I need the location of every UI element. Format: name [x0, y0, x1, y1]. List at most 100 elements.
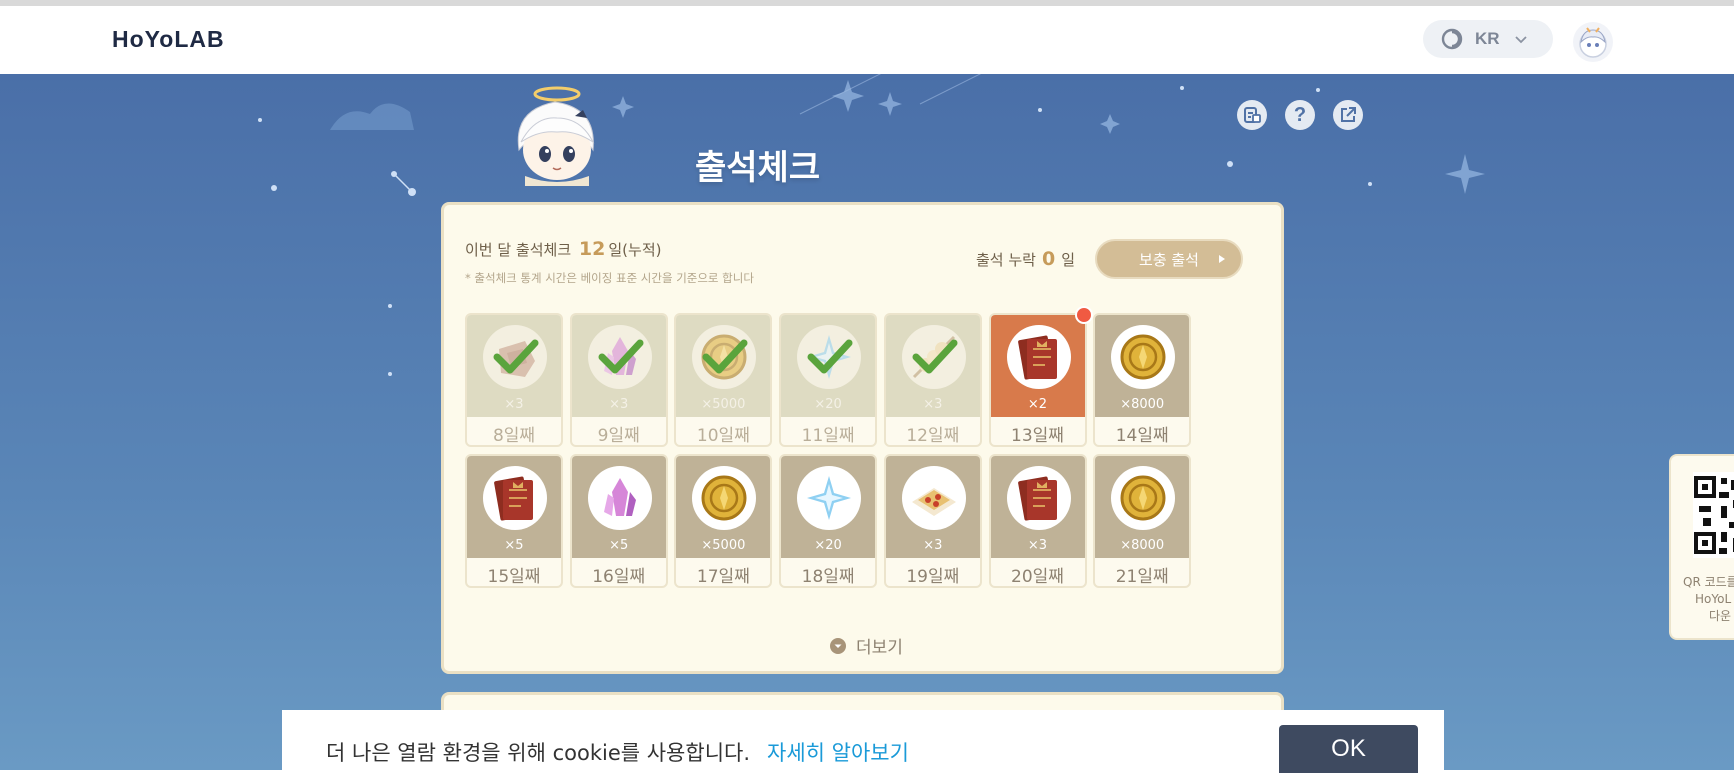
- reward-day-card[interactable]: ×3 20일째: [988, 454, 1087, 588]
- chevron-down-circle-icon: [830, 637, 846, 654]
- missed-checkin: 출석 누락 0 일: [976, 248, 1075, 270]
- site-header: HoYoLAB KR: [0, 6, 1734, 74]
- reward-quantity: ×3: [923, 397, 943, 412]
- book-icon: [494, 476, 533, 521]
- reward-quantity: ×3: [1027, 538, 1048, 553]
- reward-icon-frame: [1111, 466, 1176, 530]
- reward-day-card[interactable]: ×3 9일째: [569, 313, 668, 447]
- summary-label: 이번 달 출석체크: [465, 241, 572, 259]
- more-label: 더보기: [856, 638, 903, 658]
- reward-day-label: 19일째: [906, 567, 960, 587]
- external-link-icon: [1341, 107, 1356, 122]
- reward-quantity: ×2: [1027, 397, 1048, 412]
- share-button[interactable]: [1333, 100, 1363, 130]
- reward-quantity: ×5000: [701, 397, 746, 412]
- book-icon: [1017, 476, 1057, 521]
- reward-day-label: 14일째: [1115, 426, 1169, 446]
- reward-day-card[interactable]: ×5000 10일째: [674, 313, 773, 447]
- reward-day-label: 10일째: [696, 426, 750, 446]
- chevron-down-icon: [1514, 36, 1527, 44]
- cookie-ok-button[interactable]: OK: [1279, 725, 1418, 773]
- book-icon: [1017, 335, 1057, 380]
- cookie-message: 더 나은 열람 환경을 위해 cookie를 사용합니다.: [326, 741, 751, 765]
- reward-day-label: 15일째: [487, 567, 541, 587]
- language-selector[interactable]: KR: [1423, 20, 1553, 58]
- reward-quantity: ×3: [923, 538, 943, 553]
- cookie-banner: 더 나은 열람 환경을 위해 cookie를 사용합니다. 자세히 알아보기 O…: [282, 710, 1444, 773]
- qr-code-icon: [1693, 472, 1734, 558]
- help-button[interactable]: ?: [1285, 100, 1315, 130]
- record-icon: [1244, 107, 1261, 123]
- reward-day-label: 13일째: [1011, 426, 1064, 446]
- makeup-label: 보충 출석: [1139, 250, 1199, 269]
- makeup-checkin-button[interactable]: 보충 출석: [1095, 239, 1243, 279]
- reward-day-label: 11일째: [801, 426, 855, 446]
- missed-unit: 일: [1061, 251, 1076, 269]
- globe-icon: [1441, 28, 1463, 50]
- reward-day-card[interactable]: ×3 19일째: [883, 454, 982, 588]
- reward-day-card[interactable]: ×8000 14일째: [1093, 313, 1192, 447]
- reward-day-label: 16일째: [592, 567, 646, 587]
- qr-text-line: HoYoL: [1695, 592, 1732, 606]
- checkmark-icon: [912, 339, 958, 374]
- reward-day-label: 9일째: [597, 426, 640, 446]
- reward-day-card[interactable]: ×5 15일째: [465, 454, 563, 588]
- checkmark-icon: [807, 339, 853, 374]
- reward-quantity: ×5: [609, 538, 629, 553]
- reward-icon-frame: [1111, 325, 1176, 389]
- reward-day-label: 21일째: [1115, 567, 1169, 587]
- reward-icon-frame: [1006, 325, 1071, 389]
- reward-quantity: ×5000: [701, 538, 746, 553]
- reward-day-card[interactable]: ×2 13일째: [988, 313, 1087, 447]
- reward-day-card[interactable]: ×20 18일째: [779, 454, 878, 588]
- reward-day-card[interactable]: ×20 11일째: [779, 313, 878, 447]
- reward-icon-frame: [587, 466, 652, 530]
- avatar-image: [1579, 27, 1607, 58]
- record-button[interactable]: [1237, 100, 1267, 130]
- checkin-count: 12: [578, 238, 606, 260]
- more-button[interactable]: 더보기: [830, 633, 903, 658]
- reward-day-card[interactable]: ×5 16일째: [569, 454, 668, 588]
- reward-icon-frame: [1006, 466, 1071, 530]
- reward-quantity: ×5: [504, 538, 524, 553]
- cookie-details-link[interactable]: 자세히 알아보기: [767, 737, 909, 767]
- checkin-card: 이번 달 출석체크 12 일(누적) * 출석체크 통계 시간은 베이징 표준 시…: [441, 202, 1284, 674]
- notification-dot: [1074, 306, 1093, 324]
- reward-day-label: 8일째: [492, 426, 536, 446]
- page-title: 출석체크: [695, 148, 821, 188]
- user-avatar[interactable]: [1573, 22, 1613, 62]
- question-icon: ?: [1293, 103, 1307, 126]
- mora-icon: [1120, 475, 1166, 521]
- reward-day-card[interactable]: ×3 12일째: [883, 313, 982, 447]
- qr-panel[interactable]: QR 코드를 HoYoL 다운: [1669, 454, 1734, 640]
- qr-text: QR 코드를 HoYoL 다운: [1683, 574, 1734, 625]
- reward-quantity: ×20: [814, 397, 842, 412]
- summary-suffix: 일(누적): [608, 241, 662, 259]
- checkmark-icon: [702, 339, 748, 374]
- reward-day-label: 17일째: [696, 567, 750, 587]
- missed-label: 출석 누락: [976, 251, 1036, 269]
- reward-quantity: ×8000: [1120, 397, 1165, 412]
- hoyolab-logo[interactable]: HoYoLAB: [112, 26, 225, 53]
- reward-day-label: 12일째: [906, 426, 960, 446]
- reward-day-card[interactable]: ×3 8일째: [465, 313, 563, 447]
- paimon-mascot: [517, 86, 595, 186]
- reward-day-label: 20일째: [1011, 567, 1064, 587]
- reward-day-card[interactable]: ×8000 21일째: [1093, 454, 1192, 588]
- monthly-checkin-summary: 이번 달 출석체크 12 일(누적): [465, 238, 661, 260]
- reward-icon-frame: [692, 466, 757, 530]
- reward-quantity: ×8000: [1120, 538, 1165, 553]
- mora-icon: [1120, 334, 1166, 380]
- reward-quantity: ×3: [504, 397, 524, 412]
- crystal-icon: [603, 478, 636, 516]
- language-label: KR: [1475, 29, 1500, 48]
- qr-text-line: QR 코드를: [1683, 575, 1734, 589]
- mora-icon: [701, 475, 747, 521]
- reward-day-label: 18일째: [801, 567, 855, 587]
- reward-quantity: ×3: [609, 397, 629, 412]
- qr-text-line: 다운: [1709, 609, 1732, 623]
- checkmark-icon: [493, 339, 539, 374]
- reward-day-card[interactable]: ×5000 17일째: [674, 454, 773, 588]
- reward-quantity: ×20: [814, 538, 842, 553]
- missed-count: 0: [1041, 248, 1056, 270]
